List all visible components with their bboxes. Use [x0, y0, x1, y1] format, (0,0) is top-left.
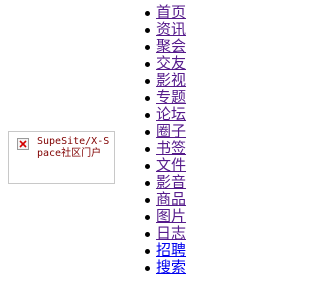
nav-item: 聚会	[145, 37, 186, 55]
nav-link[interactable]: 日志	[156, 224, 186, 242]
nav-link[interactable]: 商品	[156, 190, 186, 208]
bullet-icon	[145, 79, 150, 84]
nav-item: 首页	[145, 3, 186, 21]
nav-item: 交友	[145, 54, 186, 72]
nav-item: 影音	[145, 173, 186, 191]
nav-item: 商品	[145, 190, 186, 208]
main-nav: 首页 资讯 聚会 交友 影视 专题 论坛 圈子 书签 文件 影音 商品 图片 日志 招聘 搜索	[145, 3, 186, 276]
logo-alt-text: SupeSite/X-Space社区门户	[37, 136, 110, 159]
nav-link[interactable]: 首页	[156, 3, 186, 21]
nav-link[interactable]: 搜索	[156, 258, 186, 276]
nav-link[interactable]: 圈子	[156, 122, 186, 140]
site-logo[interactable]: SupeSite/X-Space社区门户	[8, 131, 115, 184]
nav-link[interactable]: 招聘	[156, 241, 186, 259]
nav-item: 搜索	[145, 258, 186, 276]
nav-item: 招聘	[145, 241, 186, 259]
bullet-icon	[145, 181, 150, 186]
nav-link[interactable]: 文件	[156, 156, 186, 174]
bullet-icon	[145, 130, 150, 135]
nav-item: 圈子	[145, 122, 186, 140]
bullet-icon	[145, 45, 150, 50]
nav-link[interactable]: 聚会	[156, 37, 186, 55]
broken-image-icon	[17, 138, 29, 150]
bullet-icon	[145, 147, 150, 152]
bullet-icon	[145, 232, 150, 237]
nav-link[interactable]: 论坛	[156, 105, 186, 123]
bullet-icon	[145, 113, 150, 118]
bullet-icon	[145, 198, 150, 203]
bullet-icon	[145, 164, 150, 169]
bullet-icon	[145, 215, 150, 220]
bullet-icon	[145, 266, 150, 271]
nav-item: 影视	[145, 71, 186, 89]
nav-link[interactable]: 影音	[156, 173, 186, 191]
nav-link[interactable]: 专题	[156, 88, 186, 106]
nav-item: 专题	[145, 88, 186, 106]
nav-link[interactable]: 影视	[156, 71, 186, 89]
nav-item: 书签	[145, 139, 186, 157]
nav-link[interactable]: 交友	[156, 54, 186, 72]
nav-link[interactable]: 资讯	[156, 20, 186, 38]
bullet-icon	[145, 96, 150, 101]
nav-item: 图片	[145, 207, 186, 225]
nav-item: 文件	[145, 156, 186, 174]
nav-link[interactable]: 书签	[156, 139, 186, 157]
bullet-icon	[145, 11, 150, 16]
nav-link[interactable]: 图片	[156, 207, 186, 225]
bullet-icon	[145, 62, 150, 67]
bullet-icon	[145, 28, 150, 33]
nav-item: 论坛	[145, 105, 186, 123]
bullet-icon	[145, 249, 150, 254]
nav-item: 资讯	[145, 20, 186, 38]
nav-item: 日志	[145, 224, 186, 242]
